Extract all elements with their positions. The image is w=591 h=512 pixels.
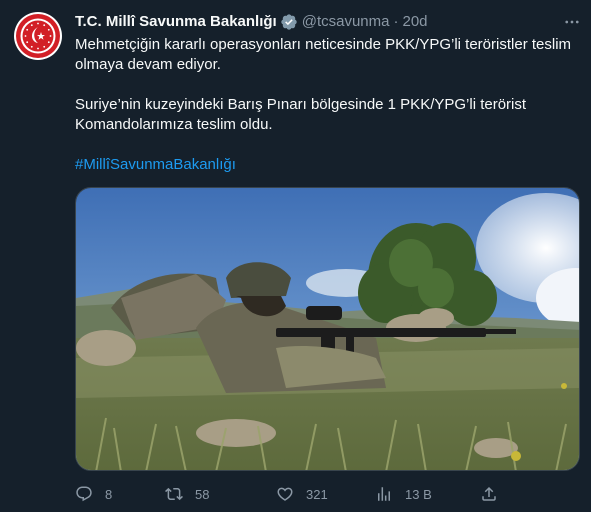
more-dots-icon	[565, 20, 579, 24]
share-icon	[482, 486, 496, 501]
tweet-media-image[interactable]	[75, 187, 580, 471]
retweet-button[interactable]: 58	[165, 482, 209, 506]
avatar[interactable]	[14, 12, 62, 60]
display-name[interactable]: T.C. Millî Savunma Bakanlığı	[75, 12, 277, 32]
tweet: T.C. Millî Savunma Bakanlığı @tcsavunma …	[0, 0, 591, 512]
user-handle[interactable]: @tcsavunma	[302, 12, 390, 32]
like-count: 321	[306, 486, 328, 502]
tweet-paragraph-1: Mehmetçiğin kararlı operasyonları netice…	[75, 36, 572, 73]
tweet-paragraph-2: Suriye’nin kuzeyindeki Barış Pınarı bölg…	[75, 96, 527, 133]
reply-button[interactable]: 8	[75, 482, 112, 506]
retweet-icon	[165, 487, 183, 501]
tweet-header: T.C. Millî Savunma Bakanlığı @tcsavunma …	[75, 12, 428, 32]
views-button[interactable]: 13 B	[375, 482, 432, 506]
reply-count: 8	[105, 486, 113, 502]
heart-icon	[277, 487, 293, 501]
share-button[interactable]	[480, 482, 498, 506]
more-options-button[interactable]	[562, 12, 582, 32]
verified-badge-icon	[280, 13, 298, 31]
separator-dot: ·	[393, 13, 399, 30]
tweet-actions-bar: 8 58 321 13 B	[75, 482, 505, 506]
timestamp[interactable]: 20d	[402, 12, 427, 32]
like-button[interactable]: 321	[276, 482, 328, 506]
views-count: 13 B	[405, 486, 432, 502]
retweet-count: 58	[195, 486, 210, 502]
views-chart-icon	[378, 487, 390, 501]
tweet-text: Mehmetçiğin kararlı operasyonları netice…	[75, 35, 575, 175]
reply-icon	[76, 486, 92, 502]
hashtag-link[interactable]: #MillîSavunmaBakanlığı	[75, 155, 575, 175]
soldier-photo	[76, 188, 579, 470]
ministry-seal-logo	[16, 14, 60, 58]
